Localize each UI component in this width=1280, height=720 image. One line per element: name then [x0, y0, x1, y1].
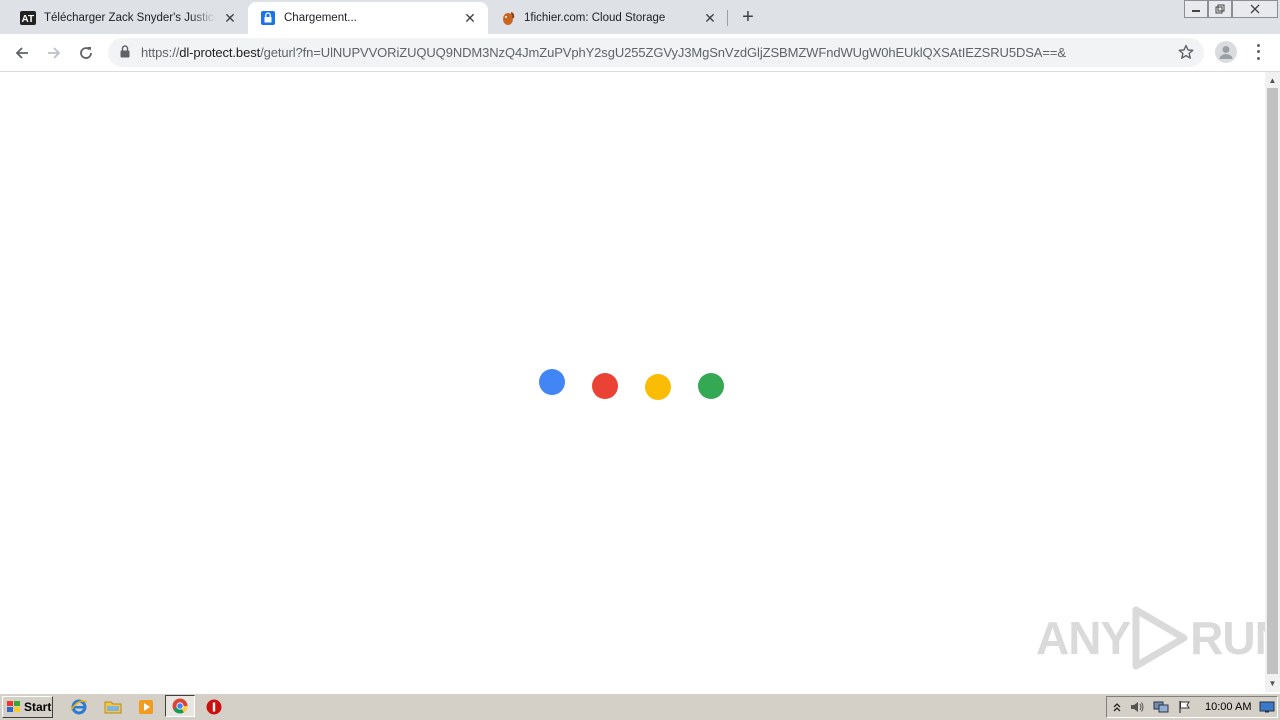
url-host: dl-protect.best [179, 45, 261, 60]
play-logo-icon [1132, 606, 1188, 670]
loader-dot-red [592, 373, 618, 399]
close-tab-icon[interactable]: ✕ [462, 10, 478, 26]
address-bar[interactable]: https://dl-protect.best/geturl?fn=UlNUPV… [108, 38, 1204, 67]
chrome-menu-icon[interactable] [1250, 42, 1266, 62]
anyrun-watermark: ANY RUN [1036, 606, 1280, 670]
at-logo-icon: AT [20, 10, 36, 26]
forward-button[interactable] [41, 40, 67, 66]
profile-avatar-icon[interactable] [1215, 41, 1237, 63]
windows-flag-icon [7, 701, 20, 712]
system-tray: 10:00 AM [1106, 696, 1278, 718]
media-player-icon[interactable] [137, 698, 155, 716]
tab-chargement[interactable]: Chargement... ✕ [248, 2, 488, 34]
close-tab-icon[interactable]: ✕ [702, 10, 718, 26]
tab-title: 1fichier.com: Cloud Storage [524, 12, 666, 24]
action-center-flag-icon[interactable] [1177, 700, 1193, 714]
url-scheme: https:// [141, 45, 180, 60]
watermark-text-left: ANY [1036, 612, 1131, 664]
windows-taskbar: Start 10:00 AM [0, 693, 1280, 720]
lock-icon [120, 45, 130, 63]
loader-dot-blue [539, 369, 565, 395]
scroll-down-arrow-icon[interactable]: ▼ [1265, 676, 1280, 690]
tab-telecharger[interactable]: AT Télécharger Zack Snyder's Justice Lea… [8, 2, 248, 34]
reload-button[interactable] [73, 40, 99, 66]
scrollbar-thumb[interactable] [1267, 88, 1278, 674]
arrow-left-icon [15, 47, 28, 59]
start-label: Start [24, 700, 52, 714]
svg-text:AT: AT [22, 14, 35, 25]
arrow-right-icon [48, 47, 61, 59]
show-hidden-icons-icon[interactable] [1109, 700, 1125, 714]
restore-window-button[interactable] [1208, 0, 1232, 18]
browser-toolbar: https://dl-protect.best/geturl?fn=UlNUPV… [0, 34, 1280, 72]
page-content [0, 72, 1264, 692]
back-button[interactable] [9, 40, 35, 66]
show-desktop-icon[interactable] [1259, 700, 1275, 714]
volume-icon[interactable] [1129, 700, 1145, 714]
loader-dot-green [698, 373, 724, 399]
lock-page-icon [260, 10, 276, 26]
close-tab-icon[interactable]: ✕ [222, 10, 238, 26]
bookmark-star-icon[interactable] [1178, 44, 1194, 65]
start-button[interactable]: Start [2, 696, 53, 718]
new-tab-button[interactable]: + [736, 5, 760, 29]
taskbar-clock[interactable]: 10:00 AM [1205, 701, 1251, 713]
reload-icon [80, 47, 92, 59]
scroll-up-arrow-icon[interactable]: ▲ [1265, 73, 1280, 87]
close-window-button[interactable] [1232, 0, 1278, 18]
network-icon[interactable] [1153, 700, 1169, 714]
tab-title: Télécharger Zack Snyder's Justice League [44, 12, 216, 24]
minimize-window-button[interactable] [1184, 0, 1208, 18]
tab-strip: AT Télécharger Zack Snyder's Justice Lea… [0, 0, 1280, 34]
stop-sign-icon[interactable] [205, 698, 223, 716]
chrome-icon [172, 698, 188, 714]
loader-dot-yellow [645, 374, 671, 400]
tab-title: Chargement... [284, 12, 357, 24]
tab-divider [727, 10, 728, 26]
chrome-taskbar-button[interactable] [165, 695, 195, 717]
vertical-scrollbar[interactable]: ▲ ▼ [1265, 72, 1280, 692]
tab-1fichier[interactable]: 1fichier.com: Cloud Storage ✕ [488, 2, 728, 34]
internet-explorer-icon[interactable] [70, 698, 88, 716]
url-path: /geturl?fn=UlNUPVVORiZUQUQ9NDM3NzQ4JmZuP… [260, 45, 1066, 60]
url-text[interactable]: https://dl-protect.best/geturl?fn=UlNUPV… [141, 45, 1066, 60]
squirrel-icon [500, 10, 516, 26]
folder-icon[interactable] [104, 698, 122, 716]
